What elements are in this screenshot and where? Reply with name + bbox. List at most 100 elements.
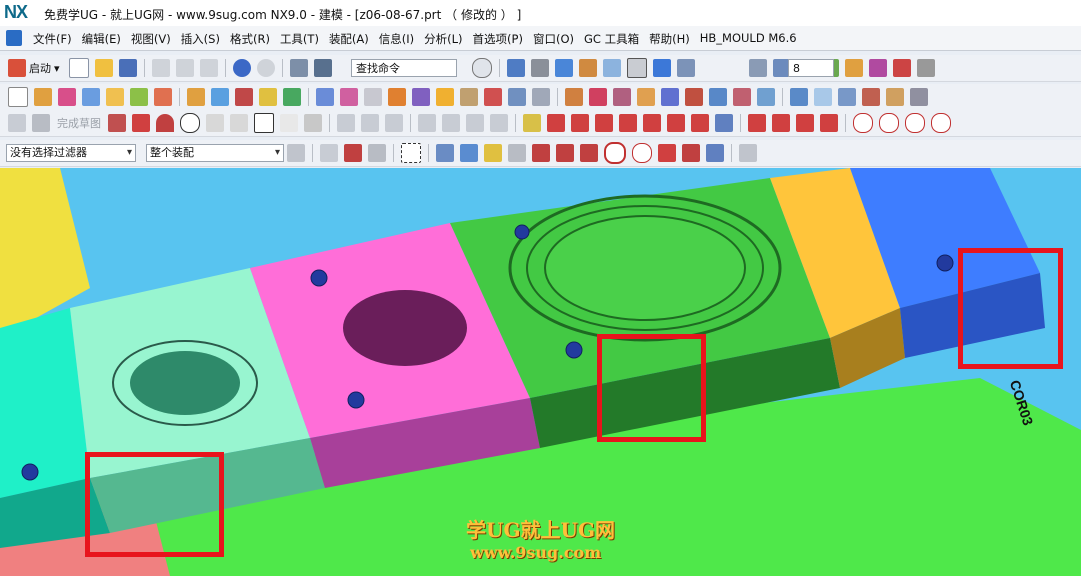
- line-to-line-icon[interactable]: [547, 114, 565, 132]
- redo-icon[interactable]: [256, 59, 275, 77]
- mirror-curve-icon[interactable]: [466, 114, 484, 132]
- face-rule-icon[interactable]: [368, 144, 386, 162]
- linked-face-icon[interactable]: [709, 88, 727, 106]
- app-menu-icon[interactable]: [6, 30, 22, 46]
- layer-icon[interactable]: [626, 58, 647, 78]
- sub-insert-icon[interactable]: [259, 88, 277, 106]
- hole-table-icon[interactable]: [484, 88, 502, 106]
- command-search-input[interactable]: 查找命令: [351, 59, 457, 77]
- finish-sketch-label[interactable]: 完成草图: [57, 115, 101, 131]
- parting-icon[interactable]: [130, 88, 148, 106]
- quick-extend-icon[interactable]: [361, 114, 379, 132]
- profile-icon[interactable]: [108, 114, 126, 132]
- menu-view[interactable]: 视图(V): [126, 31, 176, 47]
- surface-icon[interactable]: [790, 88, 808, 106]
- search-icon[interactable]: [471, 58, 492, 78]
- box-icon[interactable]: [8, 87, 28, 107]
- offset-region-icon[interactable]: [637, 88, 655, 106]
- menu-tools[interactable]: 工具(T): [275, 31, 324, 47]
- start-button[interactable]: 启动 ▾: [8, 59, 60, 77]
- slider-icon[interactable]: [235, 88, 253, 106]
- cavity-layout-icon[interactable]: [106, 88, 124, 106]
- select-face-icon[interactable]: [460, 144, 478, 162]
- cast-process-icon[interactable]: [508, 88, 526, 106]
- fixed-icon[interactable]: [715, 114, 733, 132]
- standard-part-icon[interactable]: [187, 88, 205, 106]
- measure-icon[interactable]: [868, 59, 887, 77]
- vertical-icon[interactable]: [772, 114, 790, 132]
- menu-help[interactable]: 帮助(H): [644, 31, 695, 47]
- copy-icon[interactable]: [175, 59, 194, 77]
- grid-icon[interactable]: [916, 59, 935, 77]
- parallel-icon[interactable]: [595, 114, 613, 132]
- render-style-icon[interactable]: [530, 59, 549, 77]
- equal-length-icon[interactable]: [643, 114, 661, 132]
- analysis-icon[interactable]: [844, 59, 863, 77]
- finish-sketch-icon[interactable]: [32, 114, 50, 132]
- touch-mode-icon[interactable]: [313, 59, 332, 77]
- point-on-face-icon[interactable]: [706, 144, 724, 162]
- constraint-icon[interactable]: [523, 114, 541, 132]
- menu-preferences[interactable]: 首选项(P): [468, 31, 528, 47]
- ejector-pin-icon[interactable]: [211, 88, 229, 106]
- electrode-icon[interactable]: [364, 88, 382, 106]
- trim-sheet-icon[interactable]: [862, 88, 880, 106]
- point-on-curve-snap-icon[interactable]: [682, 144, 700, 162]
- horizontal-icon[interactable]: [748, 114, 766, 132]
- midpoint-icon[interactable]: [820, 114, 838, 132]
- assembly-scope-select[interactable]: 整个装配: [146, 144, 284, 162]
- chamfer-icon[interactable]: [230, 114, 248, 132]
- orient-view-icon[interactable]: [578, 59, 597, 77]
- through-curves-icon[interactable]: [814, 88, 832, 106]
- project-init-icon[interactable]: [58, 88, 76, 106]
- perpendicular-icon[interactable]: [571, 114, 589, 132]
- pocket-icon[interactable]: [412, 88, 430, 106]
- shaded-icon[interactable]: [554, 59, 573, 77]
- pattern-face-icon[interactable]: [685, 88, 703, 106]
- menu-edit[interactable]: 编辑(E): [77, 31, 126, 47]
- snap-point-toggle-icon[interactable]: [484, 144, 502, 162]
- save-icon[interactable]: [118, 59, 137, 77]
- mold-base-icon[interactable]: [154, 88, 172, 106]
- existing-point-icon[interactable]: [658, 144, 676, 162]
- menu-insert[interactable]: 插入(S): [176, 31, 225, 47]
- mould-wizard-icon[interactable]: [34, 88, 52, 106]
- menu-assembly[interactable]: 装配(A): [324, 31, 374, 47]
- end-point-icon[interactable]: [532, 144, 550, 162]
- bom-icon[interactable]: [436, 88, 454, 106]
- sketch-icon[interactable]: [8, 114, 26, 132]
- paste-icon[interactable]: [199, 59, 218, 77]
- select-general-icon[interactable]: [287, 144, 305, 162]
- make-corner-icon[interactable]: [385, 114, 403, 132]
- scale-icon[interactable]: [905, 113, 925, 133]
- pattern-curve-icon[interactable]: [442, 114, 460, 132]
- drawing-icon[interactable]: [460, 88, 478, 106]
- arc-center-icon[interactable]: [604, 142, 626, 164]
- point-on-curve-icon[interactable]: [691, 114, 709, 132]
- quick-trim-icon[interactable]: [337, 114, 355, 132]
- menu-file[interactable]: 文件(F): [28, 31, 77, 47]
- mid-point-icon[interactable]: [556, 144, 574, 162]
- layer-number-select[interactable]: 8: [788, 59, 834, 77]
- coincident-icon[interactable]: [667, 114, 685, 132]
- offset-curve-icon[interactable]: [418, 114, 436, 132]
- tangent-icon[interactable]: [619, 114, 637, 132]
- menu-analysis[interactable]: 分析(L): [419, 31, 467, 47]
- view-manager-icon[interactable]: [532, 88, 550, 106]
- quadrant-point-icon[interactable]: [632, 143, 652, 163]
- feature-icon[interactable]: [565, 88, 583, 106]
- workpiece-icon[interactable]: [82, 88, 100, 106]
- show-snap-icon[interactable]: [508, 144, 526, 162]
- menu-information[interactable]: 信息(I): [374, 31, 419, 47]
- swept-icon[interactable]: [838, 88, 856, 106]
- sew-icon[interactable]: [910, 88, 928, 106]
- new-file-icon[interactable]: [68, 58, 89, 78]
- control-point-icon[interactable]: [580, 144, 598, 162]
- curve-rule-icon[interactable]: [344, 144, 362, 162]
- menu-hb-mould[interactable]: HB_MOULD M6.6: [695, 31, 802, 47]
- command-finder-icon[interactable]: [289, 59, 308, 77]
- resize-face-icon[interactable]: [661, 88, 679, 106]
- delete-face-icon[interactable]: [589, 88, 607, 106]
- dimension-icon[interactable]: [892, 59, 911, 77]
- reattach-icon[interactable]: [931, 113, 951, 133]
